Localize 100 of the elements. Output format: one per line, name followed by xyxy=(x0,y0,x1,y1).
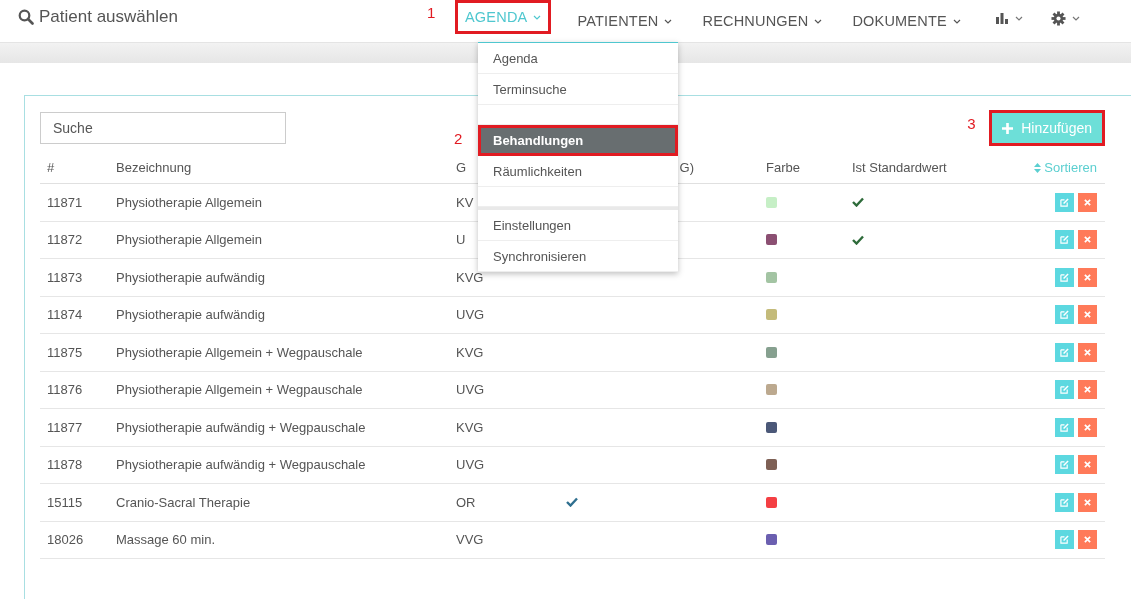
edit-icon xyxy=(1060,310,1069,320)
name-cell: Physiotherapie Allgemein + Wegpauschale xyxy=(116,344,363,360)
id-cell: 11875 xyxy=(47,344,83,360)
delete-button[interactable] xyxy=(1078,530,1097,550)
law-cell: UVG xyxy=(456,382,485,398)
settings-icon xyxy=(1050,10,1066,26)
edit-button[interactable] xyxy=(1055,342,1074,362)
delete-button[interactable] xyxy=(1078,492,1097,512)
nav-tab[interactable]: RECHNUNGEN xyxy=(698,0,827,43)
law-cell: KV xyxy=(456,194,474,210)
caret-icon xyxy=(1014,15,1023,21)
close-icon xyxy=(1084,198,1091,206)
column-header: G) xyxy=(679,160,694,175)
delete-button[interactable] xyxy=(1078,192,1097,212)
close-icon xyxy=(1084,461,1091,469)
id-cell: 11873 xyxy=(47,269,83,285)
nav-tab[interactable]: PATIENTEN xyxy=(573,0,677,43)
delete-button[interactable] xyxy=(1078,342,1097,362)
column-header: Ist Standardwert xyxy=(852,160,947,175)
caret-icon xyxy=(664,18,673,24)
law-cell: UVG xyxy=(456,457,485,473)
law-cell: KVG xyxy=(456,419,484,435)
menu-item[interactable]: Agenda xyxy=(478,43,678,74)
delete-button[interactable] xyxy=(1078,230,1097,250)
edit-icon xyxy=(1060,497,1069,507)
edit-icon xyxy=(1060,460,1069,470)
id-cell: 11872 xyxy=(47,232,83,248)
caret-icon xyxy=(1071,15,1080,21)
id-cell: 11874 xyxy=(47,307,83,323)
bar-chart-icon xyxy=(994,12,1009,24)
law-cell: KVG xyxy=(456,269,484,285)
annotation-number: 1 xyxy=(427,3,436,21)
caret-icon xyxy=(533,14,542,20)
menu-item[interactable]: Behandlungen xyxy=(478,125,678,156)
law-cell: VVG xyxy=(456,532,484,548)
delete-button[interactable] xyxy=(1078,267,1097,287)
close-icon xyxy=(1084,498,1091,506)
menu-item[interactable]: Räumlichkeiten xyxy=(478,156,678,187)
column-header: Farbe xyxy=(766,160,800,175)
close-icon xyxy=(1084,273,1091,281)
annotation-number: 3 xyxy=(967,115,976,132)
close-icon xyxy=(1084,386,1091,394)
delete-button[interactable] xyxy=(1078,380,1097,400)
search-field[interactable]: Suche xyxy=(40,112,286,144)
edit-icon xyxy=(1060,535,1069,545)
delete-button[interactable] xyxy=(1078,305,1097,325)
id-cell: 11871 xyxy=(47,194,83,210)
column-header: # xyxy=(47,160,55,175)
name-cell: Cranio-Sacral Therapie xyxy=(116,494,251,510)
edit-button[interactable] xyxy=(1055,417,1074,437)
edit-icon xyxy=(1060,235,1069,245)
patient-search-label[interactable]: Patient auswählen xyxy=(39,7,178,27)
edit-button[interactable] xyxy=(1055,455,1074,475)
edit-icon xyxy=(1060,272,1069,282)
name-cell: Massage 60 min. xyxy=(116,532,215,548)
law-cell: KVG xyxy=(456,344,484,360)
column-header: Bezeichnung xyxy=(116,160,192,175)
name-cell: Physiotherapie Allgemein + Wegpauschale xyxy=(116,382,363,398)
close-icon xyxy=(1084,536,1091,544)
edit-button[interactable] xyxy=(1055,530,1074,550)
edit-button[interactable] xyxy=(1055,380,1074,400)
delete-button[interactable] xyxy=(1078,417,1097,437)
menu-item[interactable]: Terminsuche xyxy=(478,74,678,105)
law-cell: UVG xyxy=(456,307,485,323)
search-icon xyxy=(18,9,34,25)
close-icon xyxy=(1084,423,1091,431)
edit-icon xyxy=(1060,422,1069,432)
law-cell: U xyxy=(456,232,466,248)
edit-button[interactable] xyxy=(1055,192,1074,212)
edit-icon xyxy=(1060,347,1069,357)
name-cell: Physiotherapie Allgemein xyxy=(116,194,262,210)
edit-icon xyxy=(1060,385,1069,395)
id-cell: 11878 xyxy=(47,457,83,473)
id-cell: 15115 xyxy=(47,494,83,510)
id-cell: 11877 xyxy=(47,419,83,435)
sort-icon xyxy=(1034,162,1042,173)
id-cell: 11876 xyxy=(47,382,83,398)
edit-icon xyxy=(1060,197,1069,207)
column-header: G xyxy=(456,160,467,175)
edit-button[interactable] xyxy=(1055,230,1074,250)
caret-icon xyxy=(814,18,823,24)
name-cell: Physiotherapie Allgemein xyxy=(116,232,262,248)
name-cell: Physiotherapie aufwändig + Wegpauschale xyxy=(116,457,366,473)
nav-tab[interactable]: DOKUMENTE xyxy=(848,0,965,43)
name-cell: Physiotherapie aufwändig + Wegpauschale xyxy=(116,419,366,435)
law-cell: OR xyxy=(456,494,476,510)
name-cell: Physiotherapie aufwändig xyxy=(116,269,265,285)
edit-button[interactable] xyxy=(1055,267,1074,287)
plus-icon xyxy=(1002,122,1014,134)
close-icon xyxy=(1084,348,1091,356)
edit-button[interactable] xyxy=(1055,305,1074,325)
name-cell: Physiotherapie aufwändig xyxy=(116,307,265,323)
delete-button[interactable] xyxy=(1078,455,1097,475)
close-icon xyxy=(1084,311,1091,319)
id-cell: 18026 xyxy=(47,532,84,548)
menu-item[interactable]: Synchronisieren xyxy=(478,241,678,272)
close-icon xyxy=(1084,236,1091,244)
menu-item[interactable]: Einstellungen xyxy=(478,210,678,241)
edit-button[interactable] xyxy=(1055,492,1074,512)
caret-icon xyxy=(952,18,961,24)
